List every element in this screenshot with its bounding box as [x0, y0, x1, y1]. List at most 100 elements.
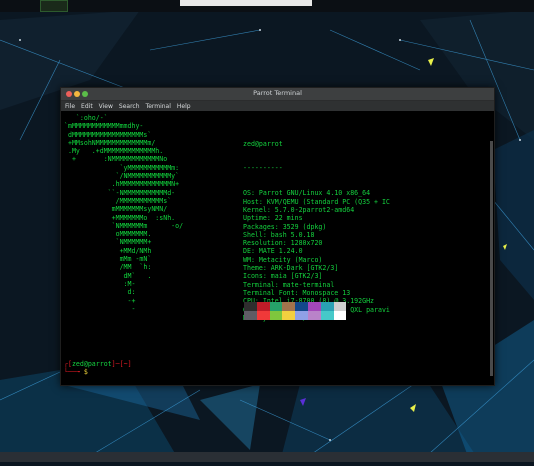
palette-swatch: [307, 302, 321, 311]
logo-line: +MMsohNMMMMMMMMMMMMMm/: [64, 138, 156, 147]
logo-line: /MMMMMMMMMMMs`: [64, 196, 172, 205]
info-key: WM:: [243, 255, 259, 264]
logo-line: +MMd/NMh: [64, 246, 152, 255]
prompt-user: zed@parrot: [71, 360, 112, 368]
palette-swatch: [333, 311, 347, 320]
info-key: Shell:: [243, 230, 271, 239]
palette-row-bright: [244, 311, 347, 320]
palette-swatch: [244, 302, 257, 311]
menu-edit[interactable]: Edit: [81, 103, 93, 110]
menu-view[interactable]: View: [99, 103, 113, 110]
info-value: 5.7.0-2parrot2-amd64: [274, 205, 355, 214]
menu-help[interactable]: Help: [177, 103, 191, 110]
info-key: Uptime:: [243, 214, 275, 223]
parrot-ascii-logo: `:oho/-` `mMMMMMMMMMMMMmmdhy- dMMMMMMMMMM…: [64, 114, 183, 313]
info-value: 3529 (dpkg): [282, 222, 327, 231]
palette-swatch: [333, 302, 347, 311]
window-title: Parrot Terminal: [253, 89, 302, 97]
menu-search[interactable]: Search: [119, 103, 140, 110]
info-value: ARK-Dark [GTK2/3]: [270, 264, 339, 273]
info-value: Metacity (Marco): [258, 255, 323, 264]
info-value: maia [GTK2/3]: [270, 272, 323, 281]
info-row: Theme: ARK-Dark [GTK2/3]: [243, 264, 390, 272]
window-titlebar[interactable]: Parrot Terminal: [61, 88, 494, 101]
info-value: Monospace 13: [302, 288, 351, 297]
info-key: DE:: [243, 247, 259, 256]
color-palette: [244, 302, 347, 320]
prompt-dollar: $: [83, 368, 88, 377]
top-panel: [0, 0, 534, 12]
palette-swatch: [256, 311, 270, 320]
info-value: MATE 1.24.0: [258, 247, 303, 256]
info-row: Kernel: 5.7.0-2parrot2-amd64: [243, 206, 390, 214]
info-key: Host:: [243, 197, 267, 206]
info-key: Terminal Font:: [243, 288, 303, 297]
info-value: bash 5.0.18: [270, 230, 315, 239]
menu-file[interactable]: File: [65, 103, 75, 110]
workspace-thumbnail[interactable]: [40, 0, 68, 12]
palette-swatch: [269, 302, 283, 311]
bottom-panel: [0, 452, 534, 462]
logo-line: dM` .: [64, 271, 152, 280]
logo-line: `/NMMMMMMMMMMMy`: [64, 172, 180, 181]
palette-swatch: [269, 311, 283, 320]
info-row: Host: KVM/QEMU (Standard PC (Q35 + IC: [243, 198, 390, 206]
palette-swatch: [320, 311, 334, 320]
logo-line: dMMMMMMMMMMMMMMMMMMs`: [64, 130, 152, 139]
info-row: Resolution: 1280x720: [243, 239, 390, 247]
logo-line: +MMMMMMMo :sNh.: [64, 213, 176, 222]
menu-bar: File Edit View Search Terminal Help: [61, 101, 494, 111]
palette-swatch: [320, 302, 334, 311]
menu-terminal[interactable]: Terminal: [146, 103, 171, 110]
info-row: Icons: maia [GTK2/3]: [243, 272, 390, 280]
info-key: OS:: [243, 189, 259, 198]
info-value: Parrot GNU/Linux 4.10 x86_64: [258, 189, 371, 198]
logo-line: /MM `h:: [64, 263, 152, 272]
palette-swatch: [282, 302, 296, 311]
palette-swatch: [295, 311, 308, 320]
info-user-host: zed@parrot: [243, 139, 283, 148]
palette-swatch: [307, 311, 321, 320]
info-value: KVM/QEMU (Standard PC (Q35 + IC: [266, 197, 390, 206]
info-separator: ----------: [243, 164, 283, 173]
palette-swatch: [244, 311, 257, 320]
info-key: Kernel:: [243, 205, 275, 214]
logo-line: -+: [64, 296, 136, 305]
logo-line: `NMMMMMM+: [64, 238, 152, 247]
logo-line: `mMMMMMMMMMMMMmmdhy-: [64, 122, 144, 131]
info-row: OS: Parrot GNU/Linux 4.10 x86_64: [243, 189, 390, 197]
prompt-close: ]: [127, 360, 132, 368]
logo-line: + :NMMMMMMMMMMMMNo: [64, 155, 168, 164]
palette-swatch: [256, 302, 270, 311]
logo-line: -: [64, 304, 136, 313]
prompt-mid: ]─[: [111, 360, 124, 368]
info-row: Uptime: 22 mins: [243, 214, 390, 222]
info-row: Terminal: mate-terminal: [243, 281, 390, 289]
scrollbar-thumb[interactable]: [490, 141, 493, 376]
terminal-output[interactable]: `:oho/-` `mMMMMMMMMMMMMmmdhy- dMMMMMMMMMM…: [61, 111, 494, 385]
logo-line: .My .+dMMMMMMMMMMMMMh.: [64, 147, 164, 156]
info-row: WM: Metacity (Marco): [243, 256, 390, 264]
palette-swatch: [295, 302, 308, 311]
logo-line: ``-NMMMMMMMMMMMd-: [64, 188, 176, 197]
logo-line: `:oho/-`: [64, 114, 108, 122]
info-key: Packages:: [243, 222, 283, 231]
prompt-line2: └──╼: [64, 368, 84, 377]
info-row: DE: MATE 1.24.0: [243, 247, 390, 255]
info-value: mate-terminal: [282, 280, 335, 289]
logo-line: :M-: [64, 279, 136, 288]
logo-line: `yMMMMMMMMMMMm:: [64, 163, 180, 172]
info-row: Packages: 3529 (dpkg): [243, 223, 390, 231]
logo-line: d:: [64, 288, 136, 297]
prompt-open: ┌[: [64, 360, 72, 368]
terminal-window[interactable]: Parrot Terminal File Edit View Search Te…: [60, 87, 495, 386]
info-row: Shell: bash 5.0.18: [243, 231, 390, 239]
shell-prompt[interactable]: ┌[zed@parrot]─[~] └──╼ $: [64, 360, 132, 377]
info-key: Theme:: [243, 264, 271, 273]
palette-swatch: [282, 311, 296, 320]
logo-line: `NMMMMMMm -o/: [64, 221, 184, 230]
logo-line: mMMMMMMMsyNMN/: [64, 205, 168, 214]
info-key: Resolution:: [243, 239, 291, 248]
info-row: Terminal Font: Monospace 13: [243, 289, 390, 297]
info-key: Terminal:: [243, 280, 283, 289]
